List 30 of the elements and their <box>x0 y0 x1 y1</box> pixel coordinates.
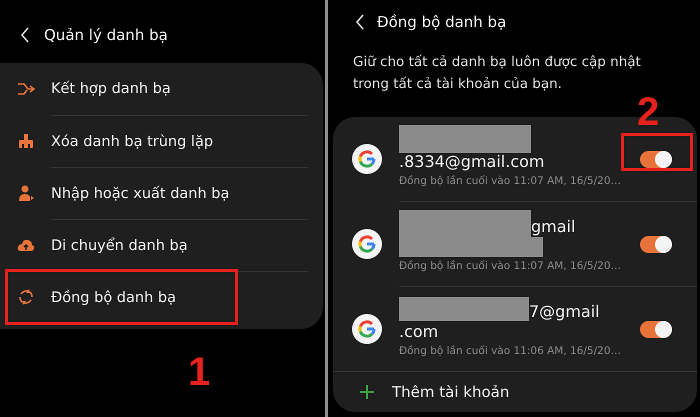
account-email: .8334@gmail.com <box>399 152 544 171</box>
google-logo-icon <box>352 228 382 258</box>
google-logo-icon <box>352 314 382 344</box>
person-icon <box>17 184 35 202</box>
sync-toggle[interactable] <box>640 236 672 252</box>
add-account-item[interactable]: Thêm tài khoản <box>333 371 697 412</box>
merge-arrow-icon <box>17 80 35 98</box>
last-sync-text: Đồng bộ lần cuối vào 11:06 AM, 16/5/20… <box>399 344 621 356</box>
menu-item[interactable]: Kết hợp danh bạ <box>0 63 324 115</box>
account-email: .com <box>399 322 438 341</box>
account-email: gmail <box>531 217 576 236</box>
callout-number: 1 <box>188 352 210 392</box>
back-icon[interactable] <box>355 13 365 31</box>
google-logo-icon <box>352 144 382 174</box>
sync-toggle[interactable] <box>640 150 672 168</box>
menu-item[interactable]: Nhập hoặc xuất danh bạ <box>0 167 324 219</box>
callout-number: 2 <box>637 92 660 132</box>
description-text: Giữ cho tất cả danh bạ luôn được cập nhật trong tất cả tài khoản của bạn. <box>353 53 642 94</box>
account-email: 7@gmail <box>529 302 600 321</box>
sync-toggle[interactable] <box>640 320 672 338</box>
last-sync-text: Đồng bộ lần cuối vào 11:07 AM, 16/5/20… <box>399 260 621 272</box>
menu-item[interactable]: Xóa danh bạ trùng lặp <box>0 115 324 167</box>
plus-icon <box>359 384 375 400</box>
sync-icon <box>17 288 35 306</box>
screen-title: Quản lý danh bạ <box>44 26 168 44</box>
menu-item[interactable]: Di chuyển danh bạ <box>0 219 324 271</box>
back-icon[interactable] <box>20 26 30 44</box>
screen-title: Đồng bộ danh bạ <box>377 13 506 31</box>
last-sync-text: Đồng bộ lần cuối vào 11:07 AM, 16/5/20… <box>399 174 621 186</box>
menu-item[interactable]: Đồng bộ danh bạ <box>0 271 324 323</box>
